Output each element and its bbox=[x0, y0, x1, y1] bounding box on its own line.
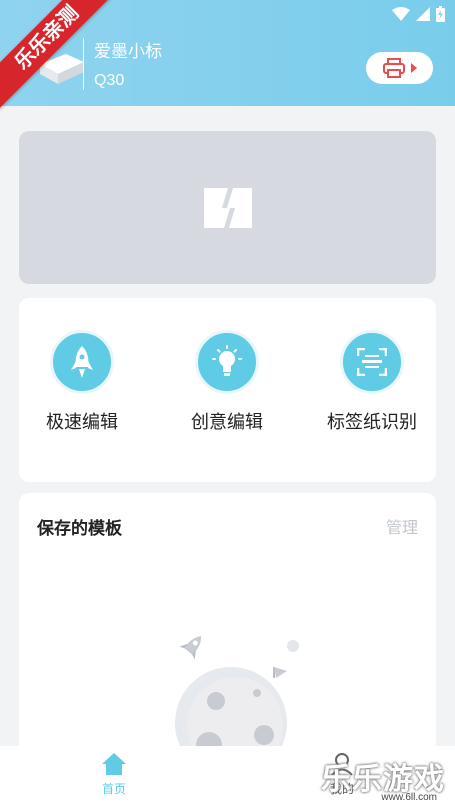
empty-state-illustration bbox=[175, 636, 299, 753]
battery-icon bbox=[436, 6, 445, 22]
header-divider bbox=[83, 38, 84, 90]
feature-label: 极速编辑 bbox=[46, 412, 118, 432]
quick-edit-circle bbox=[50, 330, 114, 394]
quick-edit-button[interactable]: 极速编辑 bbox=[17, 330, 147, 434]
chevron-right-icon bbox=[410, 63, 417, 73]
feature-label: 创意编辑 bbox=[191, 412, 263, 432]
saved-templates-title: 保存的模板 bbox=[37, 519, 122, 538]
tab-home[interactable]: 首页 bbox=[84, 752, 144, 797]
printer-icon bbox=[382, 58, 405, 78]
device-name: 爱墨小标 bbox=[94, 42, 162, 61]
feature-card: 极速编辑 创意编辑 标签纸识别 bbox=[19, 298, 436, 482]
creative-edit-circle bbox=[195, 330, 259, 394]
device-model: Q30 bbox=[94, 72, 125, 89]
feature-label: 标签纸识别 bbox=[327, 412, 417, 432]
lightbulb-icon bbox=[212, 345, 242, 376]
home-icon bbox=[102, 753, 126, 775]
status-bar bbox=[392, 6, 445, 22]
wifi-icon bbox=[392, 7, 410, 21]
banner-placeholder[interactable] bbox=[19, 131, 436, 284]
rocket-icon bbox=[71, 346, 93, 378]
creative-edit-button[interactable]: 创意编辑 bbox=[162, 330, 292, 434]
manage-link[interactable]: 管理 bbox=[386, 514, 418, 538]
label-scan-circle bbox=[340, 330, 404, 394]
image-placeholder-icon bbox=[203, 187, 252, 228]
tab-home-label: 首页 bbox=[101, 782, 126, 796]
signal-icon bbox=[416, 7, 430, 21]
scan-icon bbox=[357, 348, 387, 376]
saved-templates-card: 保存的模板 管理 bbox=[19, 493, 436, 753]
watermark-url: www.6ll.com bbox=[381, 792, 437, 803]
print-button[interactable] bbox=[366, 52, 433, 84]
label-paper-scan-button[interactable]: 标签纸识别 bbox=[307, 330, 437, 434]
